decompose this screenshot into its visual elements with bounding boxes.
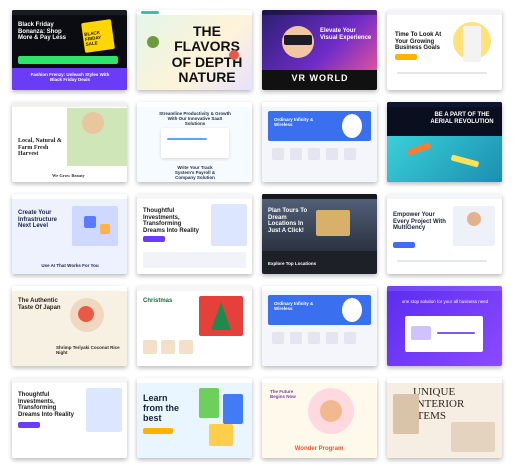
camera-product bbox=[342, 114, 362, 138]
chart-panel bbox=[411, 326, 431, 340]
product-tile bbox=[179, 340, 193, 354]
thumb-headline: UNIQUE INTERIOR ITEMS bbox=[413, 386, 465, 423]
thumbnail-japan[interactable]: The Authentic Taste Of Japan Shrimp Teri… bbox=[12, 286, 127, 366]
cta-button bbox=[143, 236, 165, 242]
thumb-headline: Streamline Productivity & Growth With Ou… bbox=[159, 111, 231, 126]
thumb-headline: Local, Natural & Farm Fresh Harvest bbox=[18, 138, 62, 158]
thumb-headline: Thoughtful Investments, Transforming Dre… bbox=[18, 392, 75, 418]
thumbnail-tours[interactable]: Plan Tours To Dream Locations In Just A … bbox=[262, 194, 377, 274]
cta-button bbox=[393, 242, 415, 248]
ocean-image bbox=[387, 136, 502, 182]
thumb-headline: one stop solution for your all business … bbox=[401, 299, 489, 304]
product-tile bbox=[344, 148, 356, 160]
logo-strip bbox=[397, 260, 487, 262]
product-tile bbox=[308, 148, 320, 160]
thumbnail-aerial[interactable]: BE A PART OF THE AERIAL REVOLUTION bbox=[387, 102, 502, 182]
iso-block bbox=[100, 224, 110, 234]
promo-bar bbox=[18, 56, 118, 64]
thumbnail-saas[interactable]: Streamline Productivity & Growth With Ou… bbox=[137, 102, 252, 182]
house bbox=[316, 210, 350, 236]
product-tile bbox=[344, 332, 356, 344]
thumb-headline: Black Friday Bonanza: Shop More & Pay Le… bbox=[18, 22, 67, 42]
product-tile bbox=[272, 148, 284, 160]
chart-line bbox=[167, 138, 207, 140]
product-tile bbox=[272, 332, 284, 344]
thumb-headline: Plan Tours To Dream Locations In Just A … bbox=[268, 208, 308, 234]
thumb-headline: Ordinary Infinity & Wireless bbox=[274, 301, 314, 311]
product-tile bbox=[290, 332, 302, 344]
thumbnail-multigency[interactable]: Empower Your Every Project With MultiGen… bbox=[387, 194, 502, 274]
thumbnail-business-solution[interactable]: one stop solution for your all business … bbox=[387, 286, 502, 366]
camera-product bbox=[342, 298, 362, 322]
farmer-face bbox=[82, 112, 104, 134]
thumb-headline: Time To Look At Your Growing Business Go… bbox=[395, 32, 442, 52]
thumbnail-black-friday[interactable]: Black Friday Bonanza: Shop More & Pay Le… bbox=[12, 10, 127, 90]
product-tile bbox=[326, 148, 338, 160]
berry-image bbox=[229, 50, 239, 60]
thumbnail-learning[interactable]: Learn from the best bbox=[137, 378, 252, 458]
interior-image bbox=[451, 422, 495, 452]
avocado-image bbox=[147, 36, 159, 48]
thumb-footer: VR WORLD bbox=[291, 73, 349, 83]
thumb-headline: Empower Your Every Project With MultiGen… bbox=[393, 212, 446, 232]
product-tile bbox=[290, 148, 302, 160]
template-grid: Black Friday Bonanza: Shop More & Pay Le… bbox=[0, 0, 514, 474]
person-face bbox=[467, 212, 481, 226]
thumbnail-christmas[interactable]: Christmas bbox=[137, 286, 252, 366]
logo bbox=[141, 11, 159, 14]
thumb-headline: Christmas bbox=[143, 298, 173, 304]
thumb-footer: Explore Top Locations bbox=[268, 261, 317, 266]
thumbnail-vr[interactable]: Elevate Your Visual Experience VR WORLD bbox=[262, 10, 377, 90]
thumbnail-ai-infrastructure[interactable]: Create Your Infrastructure Next Level Us… bbox=[12, 194, 127, 274]
thumbnail-kids-program[interactable]: The Future Begins Now Wonder Program bbox=[262, 378, 377, 458]
thumbnail-investments-1[interactable]: Thoughtful Investments, Transforming Dre… bbox=[137, 194, 252, 274]
student-image bbox=[199, 388, 219, 418]
thumb-headline: Learn from the best bbox=[143, 393, 179, 423]
thumb-footer: Write Your Track System's Payroll & Comp… bbox=[174, 165, 216, 180]
thumb-footer: Fashion Frenzy: Unleash Styles With Blac… bbox=[30, 72, 110, 82]
thumb-headline: BE A PART OF THE AERIAL REVOLUTION bbox=[430, 112, 494, 125]
cta-button bbox=[395, 54, 417, 60]
thumbnail-flavors[interactable]: THE FLAVORS OF DEPTH NATURE bbox=[137, 10, 252, 90]
thumb-headline: Create Your Infrastructure Next Level bbox=[18, 210, 58, 230]
thumb-footer: Use AI That Works For You bbox=[41, 263, 99, 268]
product-tile bbox=[326, 332, 338, 344]
kid-face bbox=[320, 400, 342, 422]
product-tile bbox=[308, 332, 320, 344]
thumbnail-gadgets-1[interactable]: Ordinary Infinity & Wireless bbox=[262, 102, 377, 182]
thumbnail-business-goals[interactable]: Time To Look At Your Growing Business Go… bbox=[387, 10, 502, 90]
thumb-footer: We Grow Beauty bbox=[52, 173, 85, 178]
person-image bbox=[211, 204, 247, 246]
thumb-headline: The Authentic Taste Of Japan bbox=[18, 298, 61, 311]
thumbnail-gadgets-2[interactable]: Ordinary Infinity & Wireless bbox=[262, 286, 377, 366]
thumbnail-interior[interactable]: UNIQUE INTERIOR ITEMS bbox=[387, 378, 502, 458]
thumb-headline: The Future Begins Now bbox=[270, 389, 296, 399]
stats-strip bbox=[143, 252, 246, 268]
iso-block bbox=[84, 216, 96, 228]
person-image bbox=[86, 388, 122, 432]
thumbnail-investments-2[interactable]: Thoughtful Investments, Transforming Dre… bbox=[12, 378, 127, 458]
person-image bbox=[463, 26, 481, 62]
student-image bbox=[209, 424, 233, 446]
dashboard-mockup bbox=[161, 128, 229, 158]
vr-headset bbox=[284, 35, 312, 45]
product-tile bbox=[143, 340, 157, 354]
thumb-footer: Shrimp Teriyaki Coconut Rice Night bbox=[56, 345, 120, 355]
chart-line bbox=[437, 332, 475, 334]
sushi bbox=[78, 306, 94, 322]
interior-image bbox=[393, 394, 419, 434]
student-image bbox=[223, 394, 243, 424]
thumb-headline: Thoughtful Investments, Transforming Dre… bbox=[143, 208, 200, 234]
logo-strip bbox=[397, 72, 487, 74]
thumb-footer: Wonder Program bbox=[294, 446, 344, 452]
thumb-headline: Ordinary Infinity & Wireless bbox=[274, 117, 314, 127]
product-tile bbox=[161, 340, 175, 354]
search-bar bbox=[143, 428, 173, 434]
thumb-headline: Elevate Your Visual Experience bbox=[320, 28, 372, 41]
thumbnail-farm[interactable]: Local, Natural & Farm Fresh Harvest We G… bbox=[12, 102, 127, 182]
cta-button bbox=[18, 422, 40, 428]
